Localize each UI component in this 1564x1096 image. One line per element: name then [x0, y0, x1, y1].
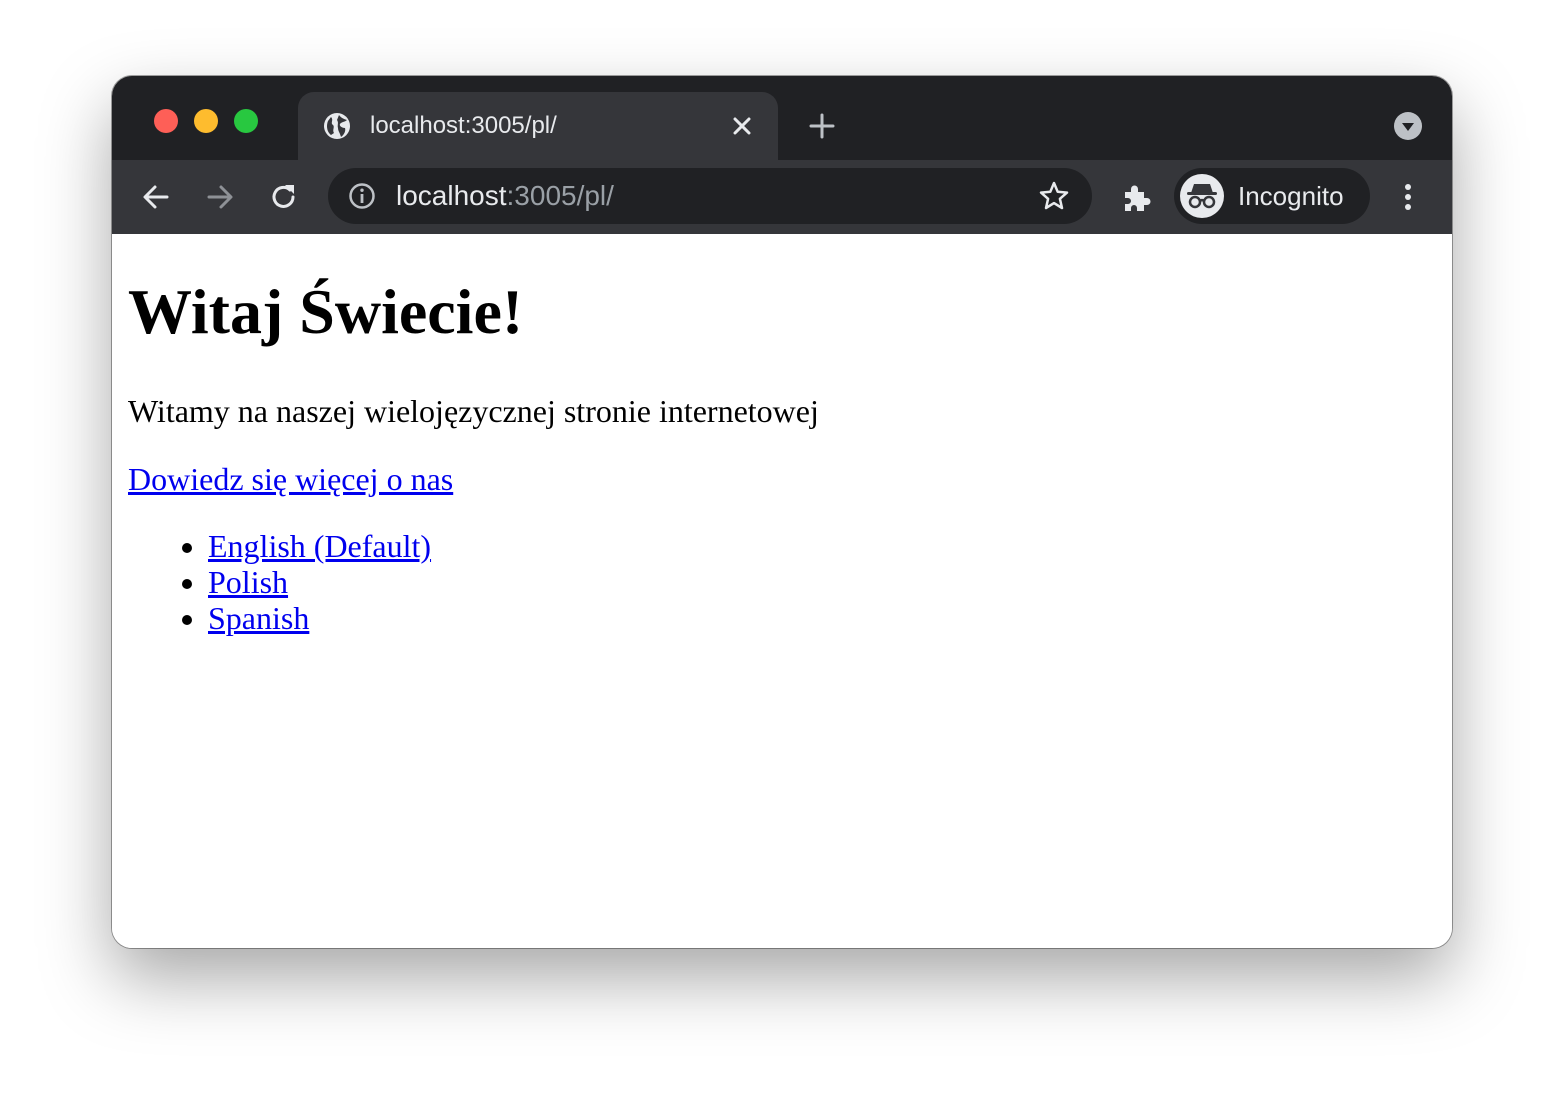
page-content: Witaj Świecie! Witamy na naszej wielojęz…	[112, 234, 1452, 948]
puzzle-icon[interactable]	[1120, 181, 1152, 213]
info-icon[interactable]	[348, 182, 376, 210]
window-close-button[interactable]	[154, 109, 178, 133]
list-item: Spanish	[208, 600, 431, 636]
browser-toolbar: localhost:3005/pl/ Incognito	[112, 160, 1452, 235]
list-item: English (Default)	[208, 528, 431, 564]
language-link-english[interactable]: English (Default)	[208, 528, 431, 564]
incognito-icon	[1187, 184, 1217, 209]
intro-text: Witamy na naszej wielojęzycznej stronie …	[128, 393, 819, 429]
star-icon[interactable]	[1038, 180, 1070, 212]
language-link-polish[interactable]: Polish	[208, 564, 288, 600]
address-host: localhost	[396, 180, 507, 211]
close-icon[interactable]	[730, 114, 754, 138]
browser-window: localhost:3005/pl/ localhost:3005/pl/ In…	[112, 76, 1452, 948]
reload-icon[interactable]	[268, 181, 300, 213]
globe-icon	[324, 113, 350, 139]
window-minimize-button[interactable]	[194, 109, 218, 133]
address-url: localhost:3005/pl/	[396, 180, 614, 212]
kebab-menu-icon[interactable]	[1392, 181, 1424, 213]
address-path: :3005/pl/	[506, 180, 614, 211]
tab-title: localhost:3005/pl/	[370, 112, 557, 139]
about-link[interactable]: Dowiedz się więcej o nas	[128, 460, 453, 498]
browser-tab[interactable]: localhost:3005/pl/	[298, 92, 778, 160]
plus-icon[interactable]	[808, 112, 836, 140]
tab-strip: localhost:3005/pl/	[112, 76, 1452, 160]
profile-label: Incognito	[1238, 181, 1344, 211]
list-item: Polish	[208, 564, 431, 600]
language-link-spanish[interactable]: Spanish	[208, 600, 309, 636]
language-list: English (Default) Polish Spanish	[128, 528, 431, 636]
window-maximize-button[interactable]	[234, 109, 258, 133]
address-bar[interactable]: localhost:3005/pl/	[328, 168, 1092, 224]
arrow-forward-icon[interactable]	[204, 181, 236, 213]
incognito-profile-button[interactable]: Incognito	[1174, 168, 1370, 224]
arrow-back-icon[interactable]	[140, 181, 172, 213]
chevron-down-circle-icon[interactable]	[1394, 112, 1422, 140]
incognito-avatar	[1180, 174, 1224, 218]
page-title: Witaj Świecie!	[128, 276, 524, 347]
